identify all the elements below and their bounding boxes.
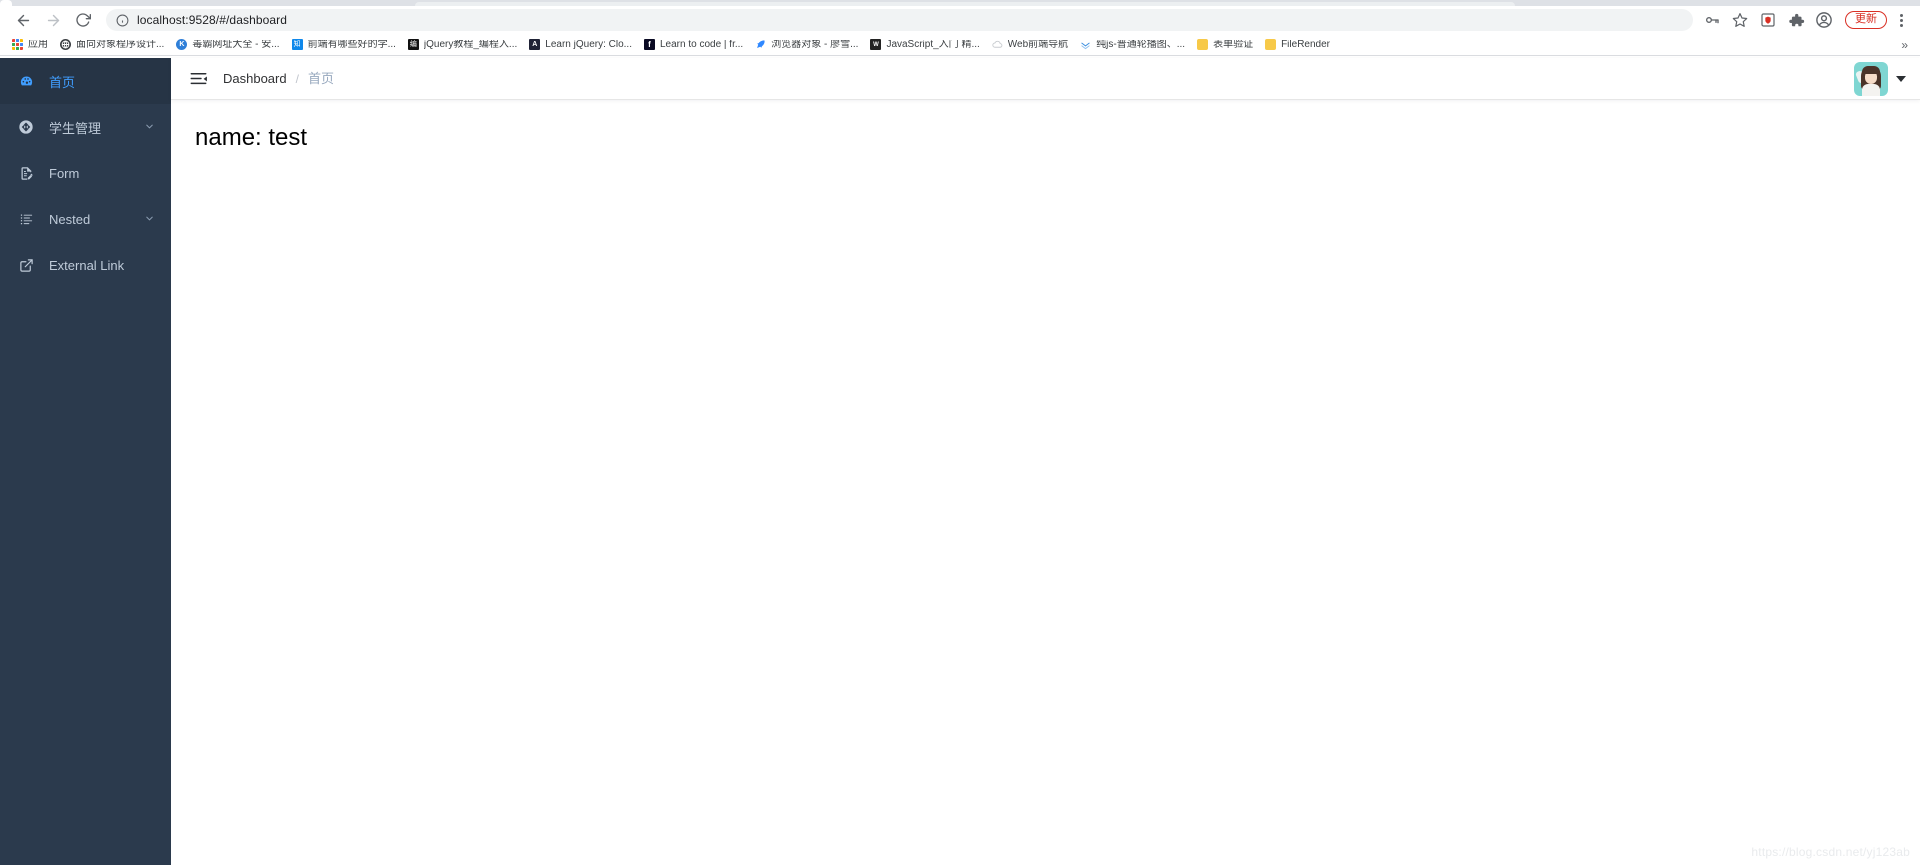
kingsoft-k-icon: K [176,39,188,50]
bianchengru-icon: 编 [407,39,419,50]
breadcrumb-item-home: 首页 [307,71,334,86]
hamburger-collapse-icon[interactable] [185,66,211,92]
w3c-icon: W [870,39,882,50]
sidebar-item-label: 首页 [49,74,76,90]
sidebar-item-label: Form [49,165,80,181]
sidebar-item-label: External Link [49,257,125,273]
top-navbar: Dashboard / 首页 [171,58,1920,100]
address-bar-url[interactable]: localhost:9528/#/dashboard [137,13,287,27]
bookmark-label: 浏览器对象 - 廖雪... [771,39,859,50]
profile-avatar-icon[interactable] [1811,8,1837,32]
watermark: https://blog.csdn.net/yj123ab [1751,845,1910,859]
back-arrow-icon[interactable] [8,8,38,32]
bookmark-item[interactable]: 知 前端有哪些好的学... [286,36,402,54]
caret-down-icon[interactable] [1896,75,1906,82]
bookmark-item[interactable]: Web前端导航 [986,36,1074,54]
info-circle-icon[interactable] [116,14,129,27]
sidebar: 首页 学生管理 Form Nested External Link [0,58,171,865]
sidebar-item-label: Nested [49,211,91,227]
bookmark-folder[interactable]: FileRender [1259,36,1336,54]
bookmark-label: Web前端导航 [1007,39,1069,50]
avatar-body [1862,83,1880,96]
three-dot-menu-icon[interactable] [1890,8,1912,32]
sidebar-item-form[interactable]: Form [0,150,171,196]
folder-icon [1265,39,1277,50]
rocket-icon [755,39,766,50]
avatar-bangs [1862,65,1880,74]
main-column: Dashboard / 首页 name: test https://blog.c… [171,58,1920,865]
js-blue-icon [1080,39,1091,50]
chevron-down-icon [144,212,155,227]
sidebar-item-nested[interactable]: Nested [0,196,171,242]
nested-list-icon [17,210,35,228]
bookmark-item[interactable]: 浏览器对象 - 廖雪... [749,36,864,54]
apps-grid-icon [12,39,23,50]
extension-shield-icon[interactable] [1755,8,1781,32]
freecodecamp-icon: f [644,39,655,50]
bookmark-label: Learn to code | fr... [660,39,744,50]
extensions-puzzle-icon[interactable] [1783,8,1809,32]
bookmark-label: 应用 [28,39,48,50]
app-main-content: name: test https://blog.csdn.net/yj123ab [171,100,1920,865]
bookmark-label: 毒霸网址大全 - 安... [192,39,280,50]
bookmark-item[interactable]: 编 jQuery教程_编程入... [402,36,523,54]
bookmark-item[interactable]: A Learn jQuery: Clo... [523,36,638,54]
browser-window: localhost:9528/#/dashboard 更新 应用 面向对象程序设… [0,0,1920,865]
reload-icon[interactable] [68,8,98,32]
codecademy-icon: A [529,39,541,50]
breadcrumb: Dashboard / 首页 [223,72,334,85]
sidebar-item-external-link[interactable]: External Link [0,242,171,288]
folder-icon [1197,39,1209,50]
breadcrumb-item-dashboard: Dashboard [223,71,287,86]
bookmark-apps[interactable]: 应用 [6,36,54,54]
bookmark-label: FileRender [1281,39,1330,50]
component-circle-icon [17,118,35,136]
bookmark-label: 前端有哪些好的学... [307,39,396,50]
zhihu-icon: 知 [291,39,303,50]
bookmark-label: JavaScript_入门 精... [886,39,980,50]
web-page: 首页 学生管理 Form Nested External Link Dashbo… [0,58,1920,865]
toolbar-actions: 更新 [1699,8,1912,32]
bookmarks-bar: 应用 面向对象程序设计... K 毒霸网址大全 - 安... 知 前端有哪些好的… [0,34,1920,56]
sidebar-item-student-management[interactable]: 学生管理 [0,104,171,150]
sidebar-item-label: 学生管理 [49,120,102,136]
avatar[interactable] [1854,61,1888,96]
bookmark-label: 面向对象程序设计... [76,39,165,50]
bookmark-label: 表单验证 [1213,39,1254,50]
update-button[interactable]: 更新 [1845,11,1887,29]
form-document-icon [17,164,35,182]
forward-arrow-icon[interactable] [38,8,68,32]
bookmark-item[interactable]: 纯js-普通轮播图、... [1074,36,1191,54]
bookmark-star-icon[interactable] [1727,8,1753,32]
dashboard-gauge-icon [17,72,35,90]
breadcrumb-separator: / [295,71,299,86]
bookmark-item[interactable]: W JavaScript_入门 精... [864,36,985,54]
cloud-icon [992,39,1003,50]
bookmarks-overflow-button[interactable]: » [1897,38,1912,52]
chevron-down-icon [144,120,155,135]
bookmark-item[interactable]: K 毒霸网址大全 - 安... [170,36,285,54]
navbar-right [1854,61,1906,96]
bookmark-item[interactable]: f Learn to code | fr... [638,36,749,54]
external-link-icon [17,256,35,274]
password-key-icon[interactable] [1699,8,1725,32]
bookmark-folder[interactable]: 表单验证 [1191,36,1259,54]
bookmark-label: 纯js-普通轮播图、... [1096,39,1186,50]
bookmark-label: jQuery教程_编程入... [423,39,518,50]
browser-toolbar: localhost:9528/#/dashboard 更新 [0,6,1920,34]
bookmark-label: Learn jQuery: Clo... [545,39,632,50]
sidebar-item-dashboard[interactable]: 首页 [0,58,171,104]
bookmark-item[interactable]: 面向对象程序设计... [54,36,170,54]
address-bar[interactable]: localhost:9528/#/dashboard [106,9,1693,31]
globe-dark-icon [60,39,71,50]
page-content-text: name: test [195,124,308,151]
